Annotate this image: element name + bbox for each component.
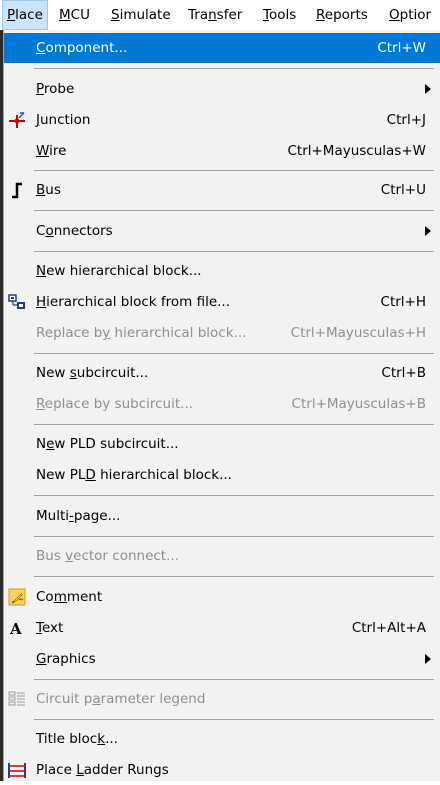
menu-item-label: New PLD subcircuit... <box>36 436 179 452</box>
menu-item-junction[interactable]: Junction Ctrl+J <box>4 105 440 135</box>
menu-separator <box>34 170 434 171</box>
menu-separator <box>34 679 434 680</box>
menu-item-shortcut: Ctrl+Mayusculas+B <box>291 396 426 412</box>
place-dropdown-menu: Component... Ctrl+W Probe Junction Ctrl+… <box>3 30 440 781</box>
menu-item-label: New hierarchical block... <box>36 263 202 279</box>
menu-item-label: New subcircuit... <box>36 365 149 381</box>
parameter-legend-icon <box>8 691 25 706</box>
menu-tools[interactable]: Tools <box>259 0 300 30</box>
menu-options[interactable]: Optior <box>385 0 435 30</box>
menu-item-label: Connectors <box>36 223 113 239</box>
menu-item-connectors[interactable]: Connectors <box>4 216 440 246</box>
svg-text:A: A <box>9 620 22 637</box>
menu-item-new-subcircuit[interactable]: New subcircuit... Ctrl+B <box>4 358 440 388</box>
submenu-arrow-icon <box>425 84 431 94</box>
menu-item-label: Replace by subcircuit... <box>36 396 194 412</box>
menu-bar: Place MCU Simulate Transfer Tools Report… <box>0 0 440 30</box>
menu-item-label: Comment <box>36 589 103 605</box>
menu-item-comment[interactable]: Comment <box>4 582 440 612</box>
menu-separator <box>34 495 434 496</box>
menu-item-label: Component... <box>36 40 128 56</box>
menu-item-label: Graphics <box>36 651 96 667</box>
menu-item-label: Title block... <box>36 731 118 747</box>
menu-item-shortcut: Ctrl+B <box>381 365 426 381</box>
text-icon: A <box>9 620 22 637</box>
menu-item-label: Probe <box>36 81 75 97</box>
menu-item-component[interactable]: Component... Ctrl+W <box>4 33 440 63</box>
menu-item-bus-vector-connect[interactable]: Bus vector connect... <box>4 541 440 571</box>
menu-item-label: Multi-page... <box>36 508 121 524</box>
submenu-arrow-icon <box>425 654 431 664</box>
menu-place[interactable]: Place <box>2 0 48 30</box>
menu-separator <box>34 719 434 720</box>
menu-item-new-hierarchical-block[interactable]: New hierarchical block... <box>4 256 440 286</box>
menu-item-replace-by-subcircuit[interactable]: Replace by subcircuit... Ctrl+Mayusculas… <box>4 389 440 419</box>
menu-separator <box>34 353 434 354</box>
menu-item-shortcut: Ctrl+H <box>380 294 426 310</box>
menu-item-shortcut: Ctrl+U <box>380 182 426 198</box>
menu-item-title-block[interactable]: Title block... <box>4 724 440 754</box>
menu-item-hierarchical-block-from-file[interactable]: Hierarchical block from file... Ctrl+H <box>4 287 440 317</box>
menu-item-shortcut: Ctrl+Mayusculas+H <box>290 325 426 341</box>
menu-item-label: Wire <box>36 143 67 159</box>
menu-separator <box>34 576 434 577</box>
menu-item-replace-by-hierarchical-block[interactable]: Replace by hierarchical block... Ctrl+Ma… <box>4 318 440 348</box>
menu-item-bus[interactable]: Bus Ctrl+U <box>4 175 440 205</box>
menu-item-label: Text <box>36 620 64 636</box>
menu-item-label: Junction <box>36 112 91 128</box>
junction-icon <box>9 112 25 128</box>
menu-item-shortcut: Ctrl+Alt+A <box>351 620 426 636</box>
menu-item-label: New PLD hierarchical block... <box>36 467 232 483</box>
hierarchical-block-icon <box>8 294 25 309</box>
menu-transfer[interactable]: Transfer <box>184 0 246 30</box>
menu-item-label: Hierarchical block from file... <box>36 294 231 310</box>
menu-separator <box>34 210 434 211</box>
menu-item-new-pld-subcircuit[interactable]: New PLD subcircuit... <box>4 429 440 459</box>
menu-item-label: Bus <box>36 182 61 198</box>
submenu-arrow-icon <box>425 226 431 236</box>
menu-item-label: Circuit parameter legend <box>36 691 206 707</box>
menu-item-probe[interactable]: Probe <box>4 74 440 104</box>
menu-item-shortcut: Ctrl+W <box>377 40 426 56</box>
menu-item-label: Bus vector connect... <box>36 548 179 564</box>
menu-mcu[interactable]: MCU <box>55 0 94 30</box>
menu-separator <box>34 424 434 425</box>
menu-item-text[interactable]: A Text Ctrl+Alt+A <box>4 613 440 643</box>
menu-item-graphics[interactable]: Graphics <box>4 644 440 674</box>
menu-item-circuit-parameter-legend[interactable]: Circuit parameter legend <box>4 684 440 714</box>
menu-item-multi-page[interactable]: Multi-page... <box>4 501 440 531</box>
menu-item-shortcut: Ctrl+J <box>386 112 426 128</box>
menu-item-wire[interactable]: Wire Ctrl+Mayusculas+W <box>4 136 440 166</box>
menu-separator <box>34 251 434 252</box>
bus-icon <box>12 182 22 199</box>
comment-icon <box>8 588 26 606</box>
menu-reports[interactable]: Reports <box>312 0 372 30</box>
menu-separator <box>34 68 434 69</box>
menu-separator <box>34 536 434 537</box>
menu-item-new-pld-hierarchical-block[interactable]: New PLD hierarchical block... <box>4 460 440 490</box>
menu-item-label: Replace by hierarchical block... <box>36 325 247 341</box>
menu-simulate[interactable]: Simulate <box>107 0 175 30</box>
menu-item-shortcut: Ctrl+Mayusculas+W <box>287 143 426 159</box>
ladder-rungs-icon <box>8 763 26 778</box>
